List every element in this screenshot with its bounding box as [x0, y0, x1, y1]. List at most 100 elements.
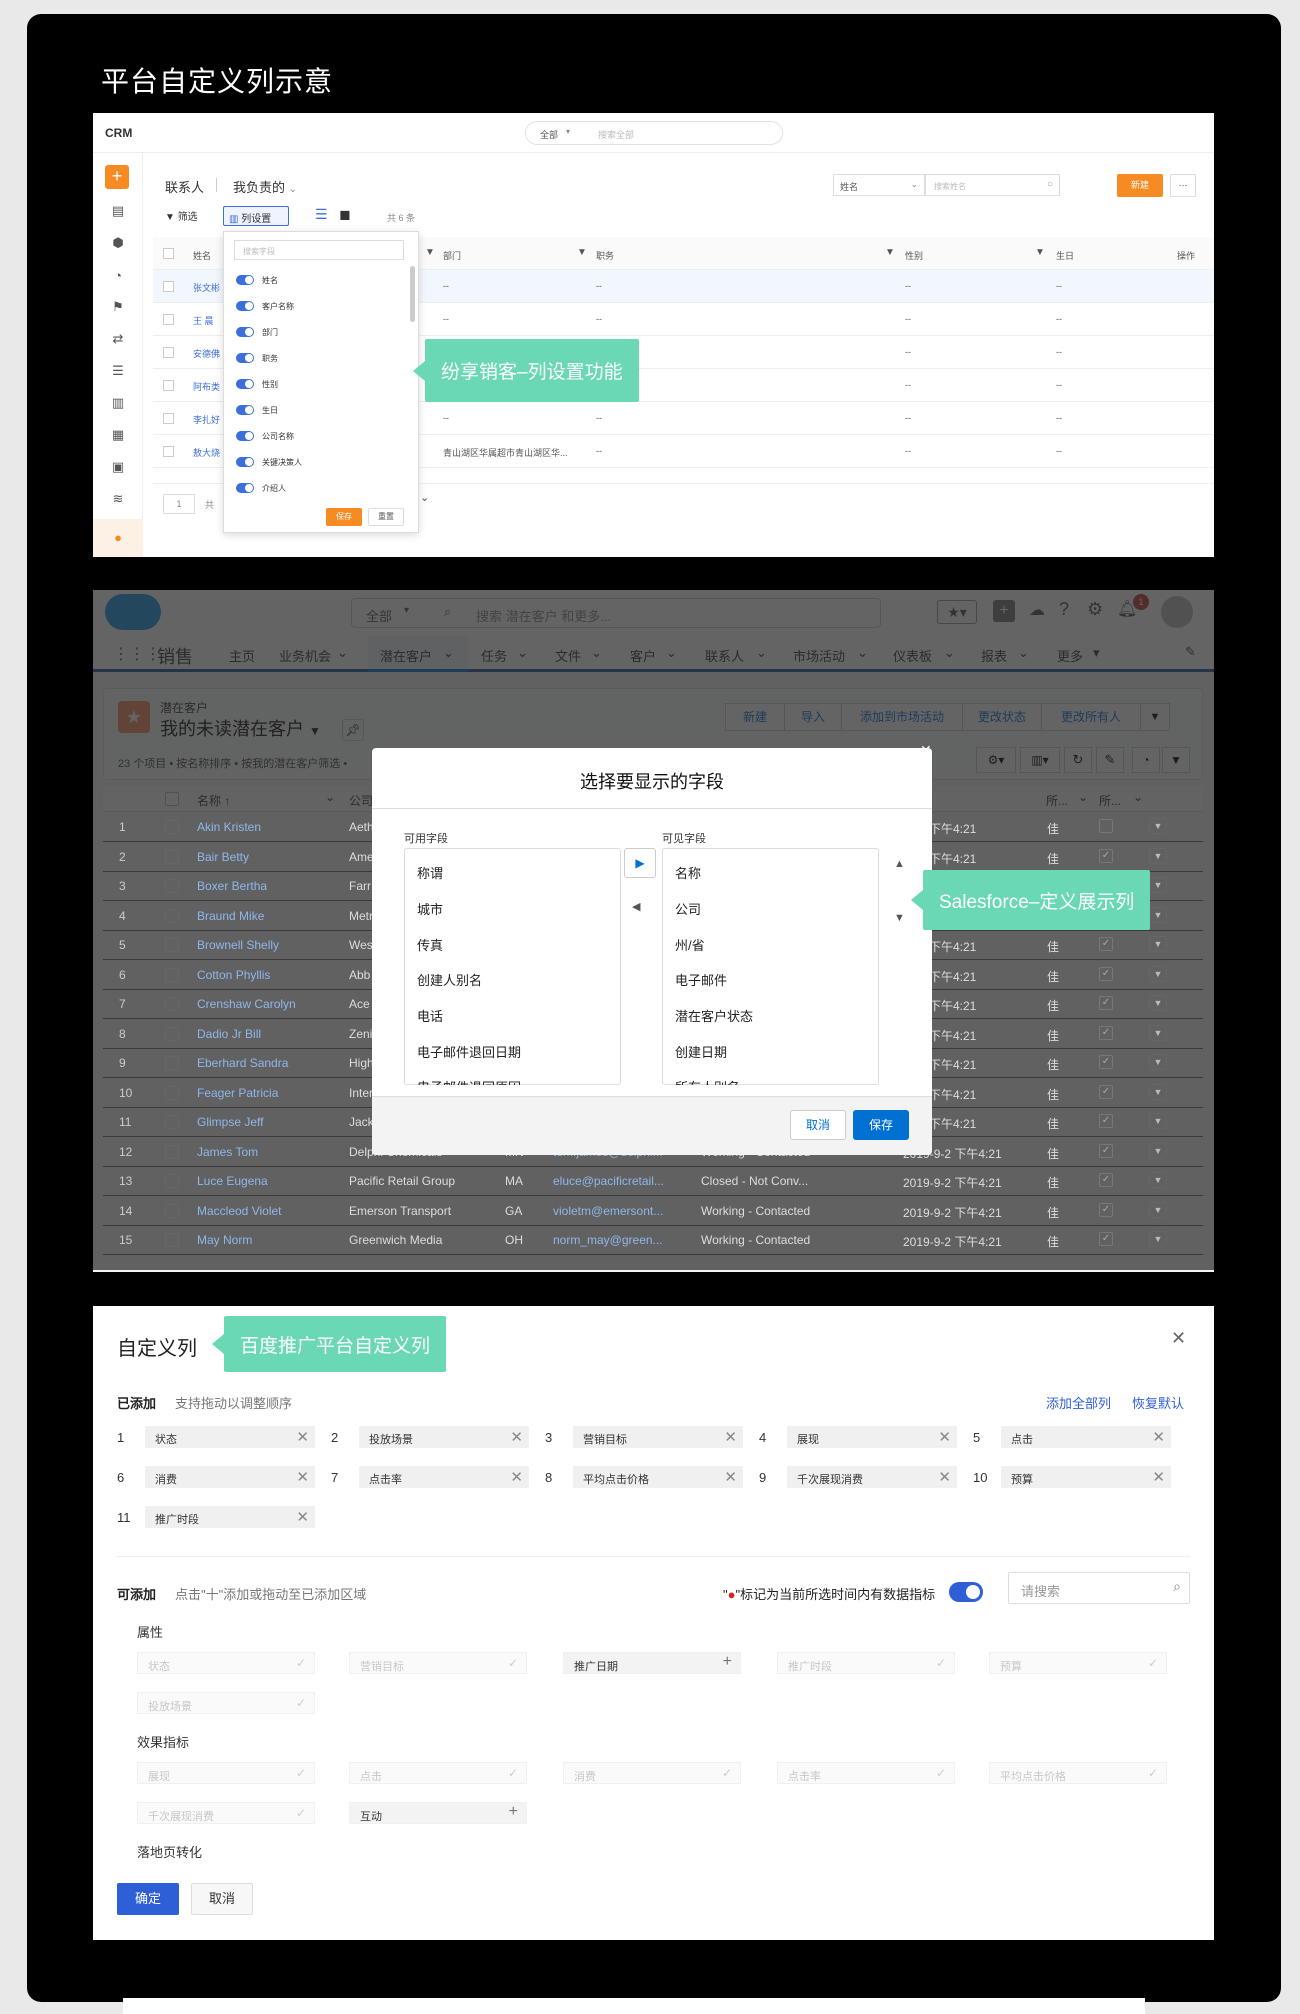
lead-name-link[interactable]: Feager Patricia	[197, 1086, 278, 1100]
addable-column-option[interactable]: 千次展现消费 ✓	[137, 1802, 315, 1824]
remove-icon[interactable]: ✕	[938, 1468, 951, 1486]
added-column-chip[interactable]: 千次展现消费 ✕	[787, 1466, 957, 1488]
list-item[interactable]: 州/省	[675, 935, 705, 954]
list-item[interactable]: 创建日期	[675, 1042, 727, 1061]
more-button[interactable]: ···	[1170, 174, 1196, 197]
addable-column-option[interactable]: 点击率 ✓	[777, 1762, 955, 1784]
restore-default-link[interactable]: 恢复默认	[1132, 1393, 1184, 1412]
app-launcher-icon[interactable]: ⋮⋮⋮	[113, 644, 161, 664]
lead-name-link[interactable]: Akin Kristen	[197, 820, 261, 834]
lead-name-link[interactable]: Glimpse Jeff	[197, 1115, 263, 1129]
toggle-switch[interactable]	[236, 431, 254, 441]
data-indicator-toggle[interactable]	[949, 1582, 983, 1602]
chevron-down-icon[interactable]: ⌄	[325, 790, 335, 804]
remove-icon[interactable]: ✕	[510, 1428, 523, 1446]
toggle-switch[interactable]	[236, 327, 254, 337]
added-column-chip[interactable]: 消费 ✕	[145, 1466, 315, 1488]
row-action-menu-icon[interactable]: ▼	[1149, 818, 1167, 834]
addable-column-option[interactable]: 互动 +	[349, 1802, 527, 1824]
list-item[interactable]: 称谓	[417, 863, 443, 882]
database-icon[interactable]: ☰	[110, 363, 126, 379]
search-input[interactable]: 搜索 潜在客户 和更多...	[476, 606, 611, 625]
popup-scrollbar[interactable]	[410, 266, 415, 322]
toggle-switch[interactable]	[236, 405, 254, 415]
view-selector[interactable]: 我负责的 ⌄	[233, 177, 297, 196]
col-owner-a[interactable]: 所...	[1046, 792, 1068, 809]
nav-tab-opportunities[interactable]: 业务机会	[279, 646, 331, 665]
nav-tab-accounts[interactable]: 客户	[630, 646, 656, 665]
pie-chart-icon[interactable]: ◔	[110, 267, 126, 283]
grid-view-icon[interactable]: ◼	[339, 206, 351, 223]
lead-name-link[interactable]: Brownell Shelly	[197, 938, 279, 952]
field-toggle-item[interactable]: 性别	[224, 376, 404, 392]
sf-search[interactable]: 全部 ▾ ⌕ 搜索 潜在客户 和更多...	[351, 598, 881, 628]
field-toggle-item[interactable]: 客户名称	[224, 298, 404, 314]
gear-icon[interactable]: ⚙	[1087, 599, 1103, 620]
move-down-button[interactable]: ▼	[894, 912, 905, 924]
select-all-checkbox[interactable]	[163, 248, 174, 259]
breadcrumb-root[interactable]: 联系人	[165, 177, 204, 196]
checkbox-icon[interactable]: ✓	[1099, 1143, 1113, 1158]
checkbox-icon[interactable]: ✓	[1099, 1084, 1113, 1099]
edit-nav-icon[interactable]: ✎	[1185, 644, 1196, 660]
checkbox-icon[interactable]: ✓	[1099, 1202, 1113, 1217]
chevron-down-icon[interactable]: ▾	[1093, 645, 1100, 661]
field-search-input[interactable]: 搜索字段	[234, 240, 404, 260]
checkbox-icon[interactable]: ✓	[1099, 848, 1113, 863]
add-icon[interactable]: +	[509, 1803, 518, 1821]
chart-icon[interactable]: ◔	[1132, 747, 1160, 773]
lead-name-link[interactable]: Maccleod Violet	[197, 1204, 282, 1218]
field-toggle-item[interactable]: 职务	[224, 350, 404, 366]
pin-icon[interactable]: 📌︎	[342, 719, 364, 741]
checkbox-icon[interactable]: ✓	[1099, 996, 1113, 1010]
list-item[interactable]: 名称	[675, 863, 701, 882]
row-checkbox[interactable]	[165, 1115, 179, 1129]
remove-icon[interactable]: ✕	[938, 1428, 951, 1446]
nav-tab-contacts[interactable]: 联系人	[705, 646, 744, 665]
list-item[interactable]: 创建人别名	[417, 970, 482, 989]
remove-icon[interactable]: ✕	[296, 1508, 309, 1526]
lead-name-link[interactable]: Cotton Phyllis	[197, 968, 270, 982]
action-import[interactable]: 导入	[784, 703, 842, 731]
search-input[interactable]: 搜索全部	[598, 128, 634, 141]
action-change-owner[interactable]: 更改所有人	[1041, 703, 1141, 731]
added-column-chip[interactable]: 推广时段 ✕	[145, 1506, 315, 1528]
col-name[interactable]: 姓名	[193, 249, 211, 262]
row-action-menu-icon[interactable]: ▼	[1149, 1142, 1167, 1159]
user-icon[interactable]: ●	[110, 529, 126, 545]
refresh-icon[interactable]: ↻	[1064, 747, 1092, 773]
action-new[interactable]: 新建	[725, 703, 785, 731]
lead-name-link[interactable]: Eberhard Sandra	[197, 1056, 288, 1070]
add-icon[interactable]: +	[105, 165, 129, 189]
trailhead-icon[interactable]: ☁	[1029, 600, 1045, 620]
toggle-switch[interactable]	[236, 483, 254, 493]
chevron-down-icon[interactable]: ⌄	[1133, 790, 1143, 804]
cancel-button[interactable]: 取消	[191, 1883, 253, 1915]
chevron-down-icon[interactable]: ⌄	[420, 491, 429, 504]
col-birthday[interactable]: 生日	[1056, 249, 1074, 262]
col-dept[interactable]: 部门	[443, 249, 461, 262]
checkbox-icon[interactable]: ✓	[1099, 1055, 1113, 1069]
row-action-menu-icon[interactable]: ▼	[1149, 877, 1167, 893]
contact-name-link[interactable]: 王 晨	[193, 314, 214, 327]
list-item[interactable]: 电子邮件退回原因	[417, 1077, 521, 1085]
list-view-icon[interactable]: ☰	[315, 206, 328, 223]
page-number[interactable]: 1	[163, 494, 195, 514]
added-column-chip[interactable]: 投放场景 ✕	[359, 1426, 529, 1448]
office-icon[interactable]: ▦	[110, 427, 126, 443]
list-item[interactable]: 电子邮件	[675, 970, 727, 989]
addable-column-option[interactable]: 消费 ✓	[563, 1762, 741, 1784]
added-column-chip[interactable]: 点击率 ✕	[359, 1466, 529, 1488]
table-row[interactable]: 14 Maccleod Violet Emerson Transport GA viol…	[103, 1196, 1203, 1226]
chevron-down-icon[interactable]: ⌄	[756, 645, 767, 661]
help-icon[interactable]: ?	[1059, 599, 1069, 620]
contact-name-link[interactable]: 安德佛	[193, 347, 220, 360]
filter-icon[interactable]: ▼	[425, 247, 435, 258]
row-action-menu-icon[interactable]: ▼	[1149, 936, 1167, 952]
lead-name-link[interactable]: Boxer Bertha	[197, 879, 267, 893]
checkbox-icon[interactable]: ✓	[1099, 1232, 1113, 1246]
toggle-switch[interactable]	[236, 379, 254, 389]
move-right-button[interactable]: ▶	[624, 848, 656, 878]
search-input[interactable]: 请搜索 ⌕	[1008, 1572, 1190, 1604]
row-action-menu-icon[interactable]: ▼	[1149, 906, 1167, 923]
